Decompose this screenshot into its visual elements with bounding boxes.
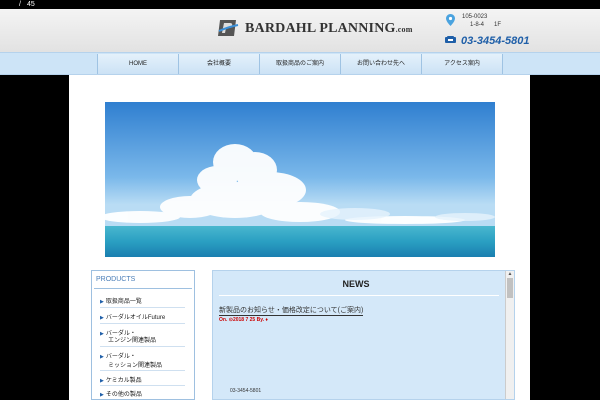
postal-code: 105-0023: [462, 14, 488, 20]
scroll-up-arrow-icon[interactable]: ▲: [506, 271, 514, 277]
arrow-right-icon: ▶: [100, 315, 104, 321]
sidebar-divider: [100, 307, 185, 308]
sidebar-item-label-continued: エンジン関連製品: [108, 338, 157, 344]
sidebar-item-chemical-products[interactable]: ▶ ケミカル製品: [100, 375, 142, 384]
scroll-thumb[interactable]: [507, 278, 513, 298]
sidebar-item-label: バーダルオイルFuture: [105, 315, 166, 321]
sidebar-item-other-products[interactable]: ▶ その他の製品: [100, 389, 142, 398]
products-sidebar: PRODUCTS ▶ 取扱商品一覧 ▶ バーダルオイルFuture ▶ バーダル・ エ…: [91, 270, 195, 400]
sidebar-divider: [100, 346, 185, 347]
news-body-phone: 03-3454-5801: [230, 388, 262, 394]
nav-home[interactable]: HOME: [97, 54, 178, 74]
header-phone-number[interactable]: 03-3454-5801: [461, 35, 530, 47]
sidebar-divider: [100, 323, 185, 324]
address-line-b: 1F: [494, 22, 502, 28]
news-article-link[interactable]: 新製品のお知らせ・価格改定について(ご案内): [219, 305, 364, 316]
sidebar-divider: [94, 288, 192, 289]
brand-name[interactable]: BARDAHL PLANNING.com: [245, 21, 413, 37]
news-scrollbar[interactable]: ▲: [505, 271, 514, 399]
sidebar-item-label: 取扱商品一覧: [105, 299, 142, 305]
top-bar-count: 45: [27, 1, 35, 8]
news-panel[interactable]: NEWS 新製品のお知らせ・価格改定について(ご案内) On. ⊙2018 7 …: [212, 270, 515, 400]
meta-by-label: By.: [256, 317, 264, 323]
arrow-right-icon: ▶: [100, 378, 104, 384]
sidebar-item-oil-future[interactable]: ▶ バーダルオイルFuture: [100, 312, 165, 321]
sidebar-item-transmission-products[interactable]: ▶ バーダル・: [100, 351, 136, 360]
arrow-right-icon: ▶: [100, 299, 104, 305]
sidebar-item-label: その他の製品: [105, 392, 142, 398]
news-article-meta: On. ⊙2018 7 25 By. ♦: [219, 317, 268, 323]
meta-date: 2018 7 25: [232, 317, 256, 323]
sidebar-title: PRODUCTS: [96, 276, 136, 283]
arrow-right-icon: ▶: [100, 354, 104, 360]
news-divider: [219, 295, 499, 296]
hero-sky-ocean-image: [105, 102, 495, 257]
arrow-right-icon: ▶: [100, 331, 104, 337]
sidebar-divider: [100, 370, 185, 371]
brand-main: BARDAHL PLANNING: [245, 21, 396, 36]
arrow-right-icon: ▶: [100, 392, 104, 398]
site-header: BARDAHL PLANNING.com 105-0023 1-8-4 1F 0…: [0, 9, 600, 52]
top-bar-slash: /: [19, 1, 21, 8]
address-line-a: 1-8-4: [470, 22, 485, 28]
meta-on-label: On.: [219, 317, 228, 323]
nav-contact[interactable]: お問い合わせ先へ: [340, 54, 421, 74]
brand-suffix: .com: [395, 25, 413, 34]
brand-logo-icon[interactable]: [217, 17, 239, 39]
sidebar-item-label: ケミカル製品: [105, 378, 142, 384]
location-pin-icon: [446, 14, 455, 26]
nav-access[interactable]: アクセス案内: [421, 54, 503, 74]
news-heading: NEWS: [342, 279, 370, 289]
nav-company[interactable]: 会社概要: [178, 54, 259, 74]
top-bar: / 45: [0, 0, 600, 9]
author-icon: ♦: [265, 317, 268, 323]
sidebar-item-product-list[interactable]: ▶ 取扱商品一覧: [100, 296, 142, 305]
sidebar-divider: [100, 385, 185, 386]
sidebar-item-label-continued: ミッション関連製品: [108, 363, 163, 369]
nav-products[interactable]: 取扱商品のご案内: [259, 54, 340, 74]
main-navigation: HOME 会社概要 取扱商品のご案内 お問い合わせ先へ アクセス案内: [0, 52, 600, 75]
phone-icon: [445, 36, 456, 43]
